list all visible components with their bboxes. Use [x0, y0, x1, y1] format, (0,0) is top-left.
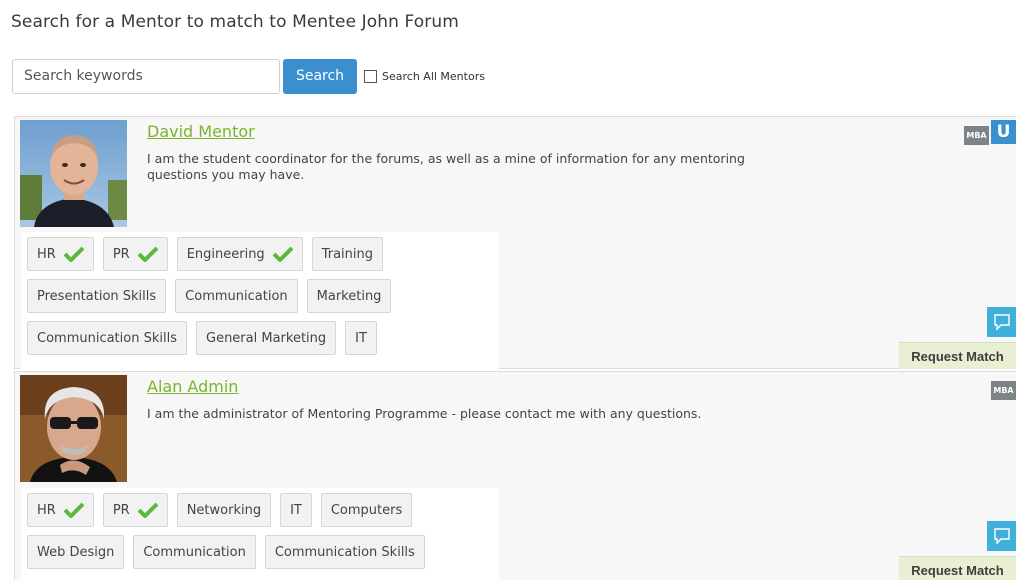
skill-tag: Web Design: [27, 535, 125, 569]
skill-tag: Presentation Skills: [27, 279, 167, 313]
chat-button[interactable]: [987, 307, 1016, 337]
check-icon: [272, 246, 293, 262]
check-icon: [63, 502, 84, 518]
skill-tag: Communication Skills: [264, 535, 425, 569]
mentor-card: Alan Admin I am the administrator of Men…: [14, 371, 1016, 580]
search-all-toggle[interactable]: Search All Mentors: [364, 69, 485, 83]
skill-tag: HR: [27, 493, 94, 527]
mba-badge: MBA: [964, 126, 989, 145]
mentor-bio: I am the administrator of Mentoring Prog…: [147, 406, 702, 421]
avatar: [20, 375, 127, 482]
request-match-button[interactable]: Request Match: [899, 556, 1016, 580]
skill-tags: HR PR Networking IT Computers Web Design…: [21, 488, 499, 580]
avatar: [20, 120, 127, 227]
mentor-name-link[interactable]: David Mentor: [147, 122, 255, 141]
speech-bubble-icon: [993, 314, 1010, 331]
chat-button[interactable]: [987, 521, 1016, 551]
skill-tag: PR: [102, 493, 168, 527]
skill-tag: Engineering: [176, 237, 303, 271]
skill-tag: Networking: [176, 493, 272, 527]
page-title: Search for a Mentor to match to Mentee J…: [11, 12, 459, 32]
u-badge: U: [991, 120, 1016, 144]
check-icon: [137, 246, 158, 262]
skill-tags: HR PR Engineering Training Presentation …: [21, 232, 499, 370]
skill-tag: Marketing: [306, 279, 392, 313]
skill-tag: IT: [345, 321, 377, 355]
check-icon: [63, 246, 84, 262]
skill-tag: Communication: [175, 279, 298, 313]
skill-tag: Computers: [320, 493, 413, 527]
search-bar: Search Search All Mentors: [12, 58, 485, 94]
request-match-button[interactable]: Request Match: [899, 342, 1016, 369]
skill-tag: HR: [27, 237, 94, 271]
search-input[interactable]: [12, 58, 280, 94]
skill-tag: General Marketing: [196, 321, 337, 355]
search-all-label: Search All Mentors: [382, 69, 485, 83]
search-all-checkbox[interactable]: [364, 69, 377, 83]
mentor-bio: I am the student coordinator for the for…: [147, 151, 745, 182]
speech-bubble-icon: [993, 528, 1010, 545]
skill-tag: Communication Skills: [27, 321, 187, 355]
skill-tag: Communication: [133, 535, 256, 569]
skill-tag: IT: [280, 493, 312, 527]
search-button[interactable]: Search: [283, 58, 357, 94]
skill-tag: PR: [102, 237, 168, 271]
check-icon: [137, 502, 158, 518]
skill-tag: Training: [311, 237, 383, 271]
mba-badge: MBA: [991, 381, 1016, 400]
mentor-card: David Mentor I am the student coordinato…: [14, 116, 1016, 370]
mentor-name-link[interactable]: Alan Admin: [147, 377, 238, 396]
